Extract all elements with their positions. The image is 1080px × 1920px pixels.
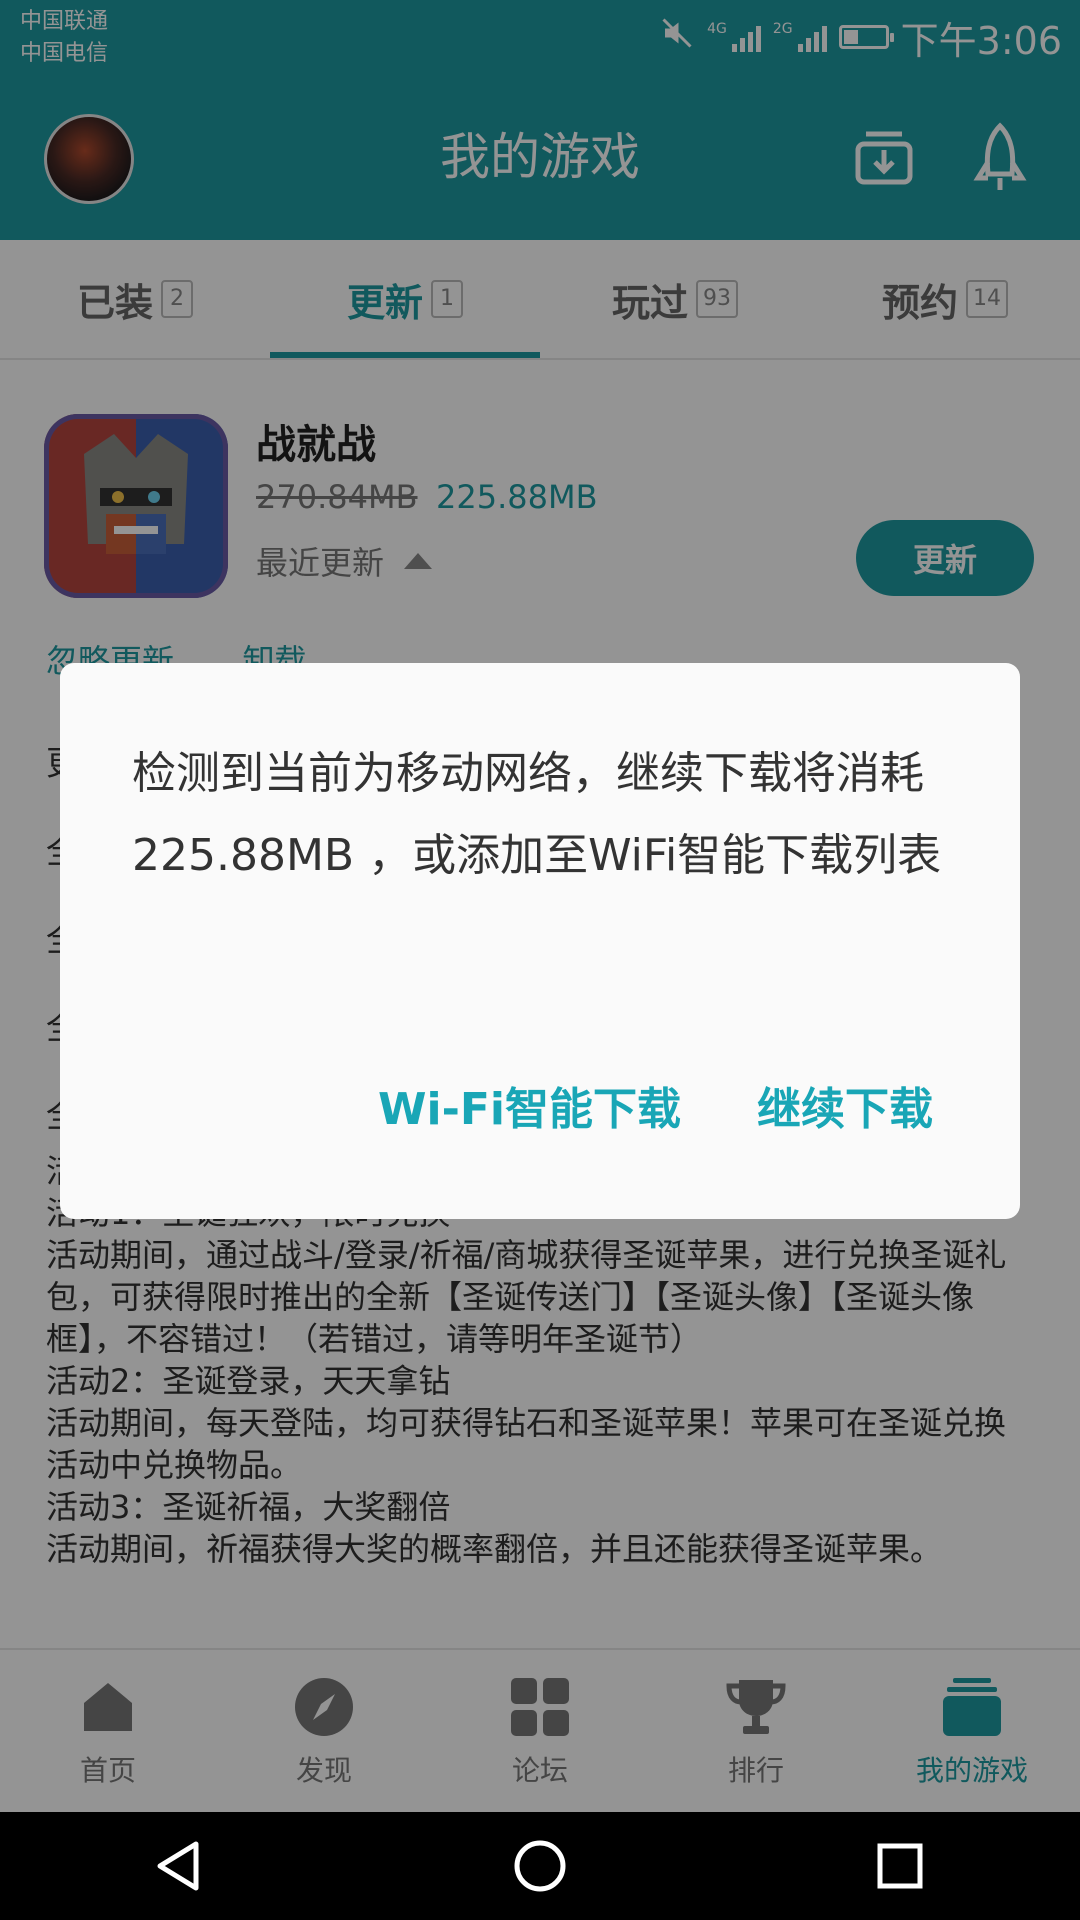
- system-navigation-bar: [0, 1812, 1080, 1920]
- recents-button[interactable]: [860, 1826, 940, 1906]
- back-triangle-icon: [157, 1841, 199, 1891]
- home-button[interactable]: [500, 1826, 580, 1906]
- home-circle-icon: [514, 1840, 566, 1892]
- wifi-smart-download-button[interactable]: Wi-Fi智能下载: [378, 1073, 681, 1137]
- back-button[interactable]: [140, 1826, 220, 1906]
- dialog-message: 检测到当前为移动网络，继续下载将消耗 225.88MB ，或添加至WiFi智能下…: [132, 748, 942, 881]
- mobile-network-dialog: 检测到当前为移动网络，继续下载将消耗 225.88MB ，或添加至WiFi智能下…: [60, 663, 1020, 1219]
- recents-square-icon: [877, 1843, 923, 1889]
- continue-download-button[interactable]: 继续下载: [757, 1073, 933, 1137]
